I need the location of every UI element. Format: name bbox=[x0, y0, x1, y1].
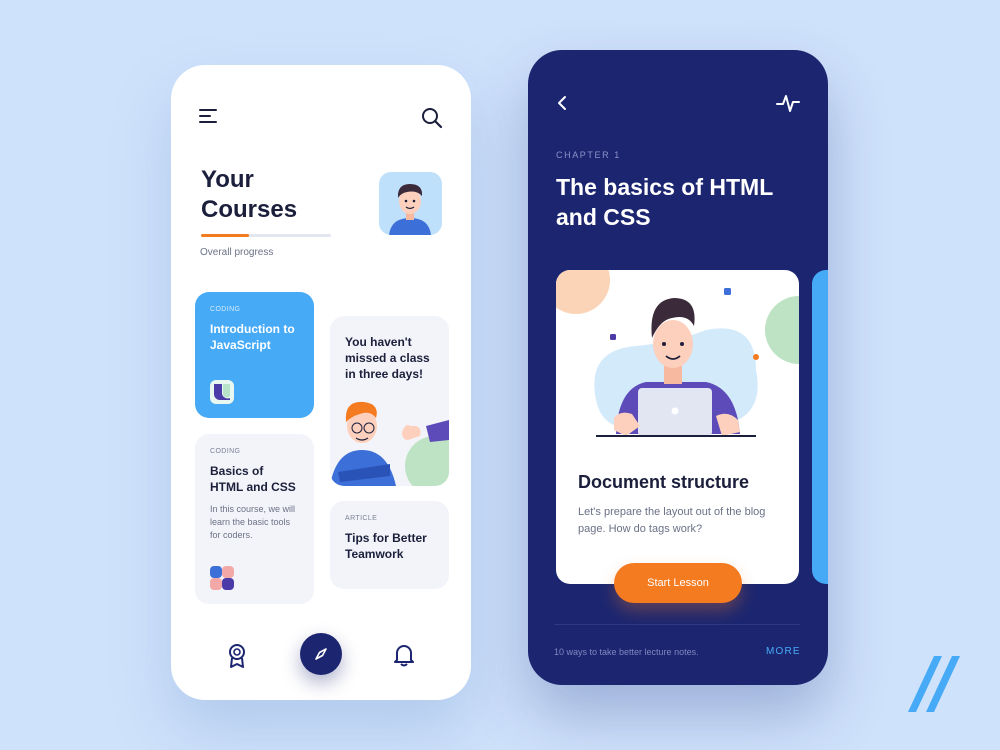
progress-fill bbox=[201, 234, 250, 237]
lesson-screen: CHAPTER 1 The basics of HTML and CSS Doc… bbox=[528, 50, 828, 685]
avatar[interactable] bbox=[379, 172, 442, 235]
divider bbox=[554, 624, 800, 625]
page-title: Your Courses bbox=[201, 166, 298, 223]
badge-icon[interactable] bbox=[226, 643, 248, 669]
lesson-description: Let's prepare the layout out of the blog… bbox=[578, 506, 766, 535]
pulse-icon[interactable] bbox=[776, 92, 800, 114]
compass-nav-button[interactable] bbox=[300, 633, 342, 675]
overall-progress-bar bbox=[201, 234, 331, 237]
brand-logo-icon bbox=[908, 656, 960, 712]
card-description: In this course, we will learn the basic … bbox=[210, 504, 296, 540]
chapter-title: The basics of HTML and CSS bbox=[556, 174, 773, 230]
course-logo-icon bbox=[210, 380, 234, 404]
bell-icon[interactable] bbox=[393, 643, 415, 667]
motivation-card: You haven't missed a class in three days… bbox=[330, 316, 449, 486]
lesson-title: Document structure bbox=[578, 472, 750, 492]
card-title: Tips for Better Teamwork bbox=[345, 531, 427, 561]
course-card-html-css[interactable]: CODING Basics of HTML and CSS In this co… bbox=[195, 434, 314, 604]
card-title: Introduction to JavaScript bbox=[210, 322, 295, 352]
progress-label: Overall progress bbox=[200, 247, 274, 258]
card-category: CODING bbox=[210, 448, 241, 455]
lesson-illustration bbox=[556, 270, 799, 437]
card-category: CODING bbox=[210, 306, 241, 313]
card-title: Basics of HTML and CSS bbox=[210, 464, 296, 494]
course-card-javascript[interactable]: CODING Introduction to JavaScript bbox=[195, 292, 314, 418]
search-icon[interactable] bbox=[421, 107, 443, 129]
article-card-teamwork[interactable]: ARTICLE Tips for Better Teamwork bbox=[330, 501, 449, 589]
compass-icon bbox=[315, 648, 327, 660]
chapter-label: CHAPTER 1 bbox=[556, 150, 621, 160]
avatar-illustration bbox=[389, 184, 431, 235]
footer-note[interactable]: 10 ways to take better lecture notes. bbox=[554, 647, 699, 657]
menu-icon[interactable] bbox=[199, 109, 219, 127]
next-lesson-card[interactable] bbox=[812, 270, 828, 584]
start-lesson-button[interactable]: Start Lesson bbox=[614, 563, 742, 603]
card-category: ARTICLE bbox=[345, 515, 378, 522]
motivation-text: You haven't missed a class in three days… bbox=[345, 335, 430, 381]
course-logo-icon bbox=[210, 566, 234, 590]
chevron-left-icon[interactable] bbox=[554, 94, 572, 112]
lesson-card[interactable]: Document structure Let's prepare the lay… bbox=[556, 270, 799, 584]
motivation-illustration bbox=[330, 401, 449, 486]
more-link[interactable]: MORE bbox=[766, 646, 801, 657]
courses-screen: Your Courses Overall progress CODING Int… bbox=[171, 65, 471, 700]
